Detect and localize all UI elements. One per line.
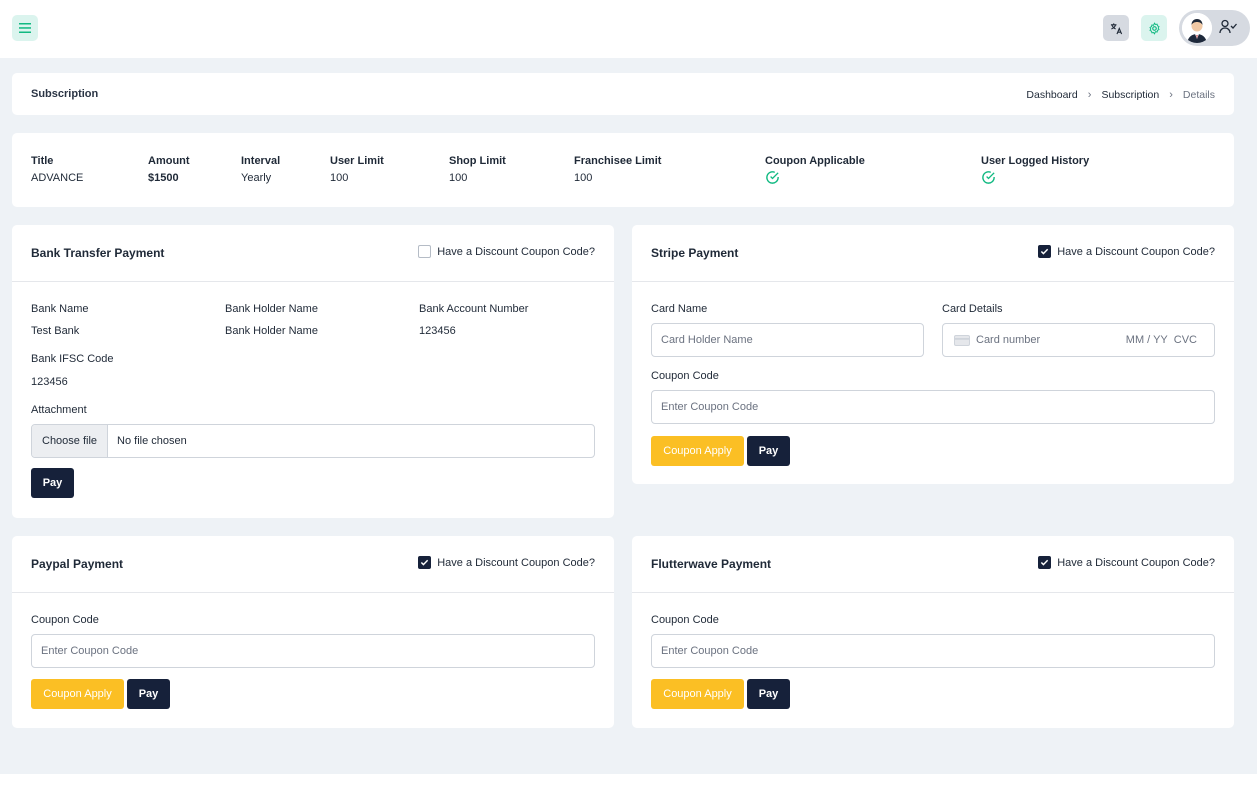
profile-menu[interactable] — [1179, 10, 1250, 46]
check-icon — [1041, 559, 1049, 566]
breadcrumb-subscription[interactable]: Subscription — [1101, 89, 1159, 101]
summary-shop-limit: Shop Limit 100 — [449, 155, 506, 184]
summary-coupon-applicable: Coupon Applicable — [765, 155, 865, 188]
card-expiry-placeholder: MM / YY — [1125, 334, 1168, 346]
bank-name-label: Bank Name — [31, 303, 89, 315]
bank-holder-label: Bank Holder Name — [225, 303, 318, 315]
paypal-coupon-label: Coupon Code — [31, 614, 99, 626]
credit-card-icon — [954, 334, 970, 346]
flutterwave-title: Flutterwave Payment — [651, 557, 772, 571]
footer — [0, 774, 1257, 786]
bank-transfer-title: Bank Transfer Payment — [31, 246, 165, 260]
checkbox-checked[interactable] — [1038, 556, 1052, 569]
summary-user-logged-history: User Logged History — [981, 155, 1089, 188]
bank-ifsc-label: Bank IFSC Code — [31, 353, 114, 365]
card-number-placeholder: Card number — [976, 334, 1041, 346]
stripe-coupon-toggle[interactable]: Have a Discount Coupon Code? — [1038, 245, 1215, 258]
summary-amount: Amount $1500 — [148, 155, 190, 184]
flutterwave-coupon-toggle[interactable]: Have a Discount Coupon Code? — [1038, 556, 1215, 569]
check-circle-icon — [766, 171, 779, 184]
flutterwave-coupon-label: Coupon Code — [651, 614, 719, 626]
page-header: Subscription Dashboard › Subscription › … — [12, 73, 1234, 115]
breadcrumb-details: Details — [1182, 89, 1215, 101]
bank-coupon-toggle[interactable]: Have a Discount Coupon Code? — [418, 245, 595, 258]
paypal-title: Paypal Payment — [31, 557, 124, 571]
breadcrumb: Dashboard › Subscription › Details — [1026, 89, 1215, 101]
stripe-pay-button[interactable]: Pay — [747, 436, 790, 466]
stripe-card: Stripe Payment Have a Discount Coupon Co… — [632, 225, 1234, 484]
menu-toggle-button[interactable] — [12, 15, 38, 41]
menu-icon — [19, 23, 31, 33]
card-name-label: Card Name — [651, 303, 708, 315]
paypal-coupon-toggle[interactable]: Have a Discount Coupon Code? — [418, 556, 595, 569]
stripe-title: Stripe Payment — [651, 246, 739, 260]
bank-ifsc-value: 123456 — [31, 376, 68, 388]
top-navbar — [0, 0, 1257, 58]
divider — [632, 281, 1234, 282]
stripe-coupon-input[interactable] — [651, 390, 1215, 424]
avatar[interactable] — [1182, 13, 1212, 43]
card-details-input[interactable]: Card number MM / YY CVC — [942, 323, 1215, 357]
summary-franchisee-limit: Franchisee Limit 100 — [574, 155, 662, 184]
gear-icon — [1148, 21, 1160, 35]
page-title: Subscription — [31, 88, 99, 100]
check-icon — [1041, 248, 1049, 255]
subscription-summary: Title ADVANCE Amount $1500 Interval Year… — [12, 133, 1234, 207]
paypal-coupon-apply-button[interactable]: Coupon Apply — [31, 679, 124, 709]
translate-icon — [1110, 22, 1122, 34]
divider — [632, 592, 1234, 593]
chevron-right-icon: › — [1087, 89, 1092, 101]
summary-title: Title ADVANCE — [31, 155, 84, 184]
breadcrumb-dashboard[interactable]: Dashboard — [1026, 89, 1077, 101]
settings-button[interactable] — [1141, 15, 1167, 41]
check-icon — [421, 559, 429, 566]
choose-file-button[interactable]: Choose file — [32, 425, 109, 457]
flutterwave-card: Flutterwave Payment Have a Discount Coup… — [632, 536, 1234, 728]
bank-pay-button[interactable]: Pay — [31, 468, 74, 498]
paypal-coupon-input[interactable] — [31, 634, 595, 668]
divider — [12, 592, 614, 593]
bank-name-value: Test Bank — [31, 325, 80, 337]
flutterwave-coupon-apply-button[interactable]: Coupon Apply — [651, 679, 744, 709]
chevron-right-icon: › — [1169, 89, 1173, 101]
bank-transfer-card: Bank Transfer Payment Have a Discount Co… — [12, 225, 614, 518]
stripe-coupon-apply-button[interactable]: Coupon Apply — [651, 436, 744, 466]
checkbox-checked[interactable] — [1038, 245, 1052, 258]
paypal-pay-button[interactable]: Pay — [127, 679, 170, 709]
summary-user-limit: User Limit 100 — [330, 155, 384, 184]
flutterwave-pay-button[interactable]: Pay — [747, 679, 790, 709]
card-name-input[interactable] — [651, 323, 924, 357]
flutterwave-coupon-input[interactable] — [651, 634, 1215, 668]
user-check-icon — [1219, 19, 1237, 34]
checkbox-unchecked[interactable] — [418, 245, 432, 258]
card-details-label: Card Details — [942, 303, 1003, 315]
attachment-file-input[interactable]: Choose file No file chosen — [31, 424, 595, 458]
stripe-coupon-label: Coupon Code — [651, 370, 719, 382]
card-cvc-placeholder: CVC — [1173, 334, 1197, 346]
language-button[interactable] — [1103, 15, 1129, 41]
divider — [12, 281, 614, 282]
bank-holder-value: Bank Holder Name — [225, 325, 318, 337]
summary-interval: Interval Yearly — [241, 155, 281, 184]
bank-account-value: 123456 — [419, 325, 456, 337]
attachment-label: Attachment — [31, 404, 87, 416]
file-status: No file chosen — [117, 435, 187, 447]
paypal-card: Paypal Payment Have a Discount Coupon Co… — [12, 536, 614, 728]
checkbox-checked[interactable] — [418, 556, 432, 569]
check-circle-icon — [982, 171, 995, 184]
bank-account-label: Bank Account Number — [419, 303, 529, 315]
